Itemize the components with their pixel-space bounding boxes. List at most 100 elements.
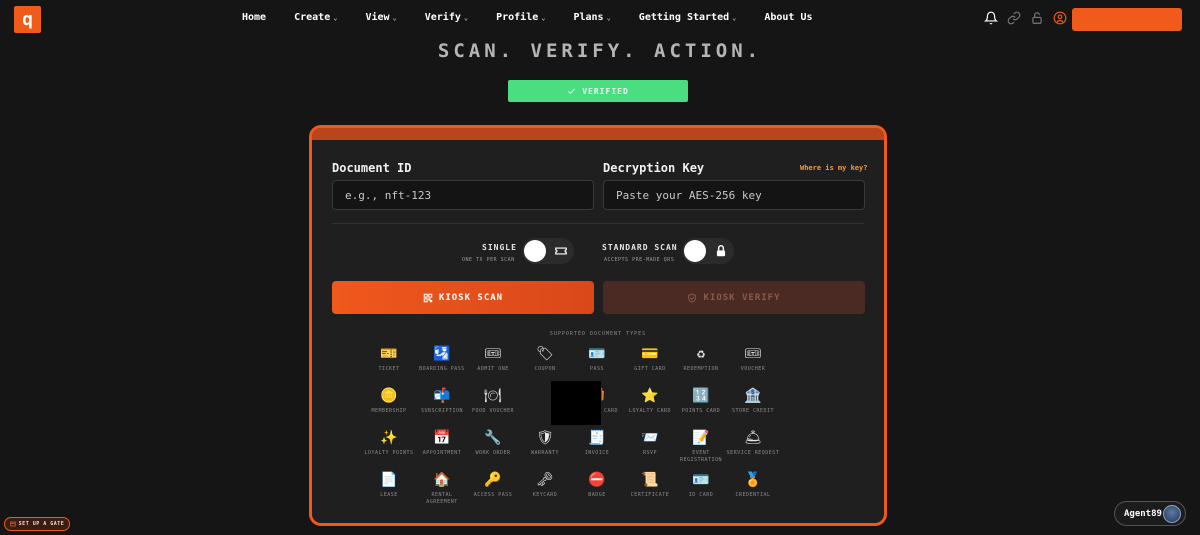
- doc-type-label: FOOD VOUCHER: [471, 408, 515, 414]
- nav-item-plans[interactable]: Plans ⌄: [573, 12, 610, 23]
- doc-type-icon: 🎟: [484, 346, 502, 362]
- link-icon[interactable]: [1006, 10, 1021, 25]
- doc-type-membership: 🪙 MEMBERSHIP: [361, 387, 417, 415]
- doc-type-label: BADGE: [588, 492, 606, 498]
- nav-item-label: About Us: [764, 12, 813, 23]
- doc-type-label: EVENT REGISTRATION: [679, 450, 723, 463]
- agent-chip[interactable]: Agent89: [1114, 501, 1186, 526]
- doc-type-icon: ✨: [380, 430, 398, 446]
- doc-type-label: CERTIFICATE: [630, 492, 670, 498]
- divider: [332, 223, 864, 224]
- verified-badge: VERIFIED: [508, 80, 688, 102]
- chevron-down-icon: ⌄: [392, 13, 397, 22]
- nav-item-home[interactable]: Home: [242, 12, 266, 23]
- doc-type-coupon: 🏷 COUPON: [517, 345, 573, 373]
- doc-type-icon: 🛎: [744, 430, 762, 446]
- nav-item-view[interactable]: View ⌄: [365, 12, 396, 23]
- doc-type-label: APPOINTMENT: [422, 450, 462, 456]
- document-id-input[interactable]: e.g., nft-123: [332, 180, 594, 210]
- doc-type-label: ID CARD: [688, 492, 714, 498]
- doc-type-icon: 📝: [692, 430, 710, 446]
- standard-scan-toggle[interactable]: [682, 238, 734, 264]
- doc-type-label: WARRANTY: [530, 450, 560, 456]
- standard-scan-toggle-sublabel: ACCEPTS PRE-MADE QRS: [604, 257, 675, 263]
- doc-type-ticket: 🎫 TICKET: [361, 345, 417, 373]
- doc-type-icon: 📅: [433, 430, 451, 446]
- doc-type-credential: 🏅 CREDENTIAL: [725, 471, 781, 499]
- nav-item-verify[interactable]: Verify ⌄: [425, 12, 468, 23]
- doc-type-label: KEYCARD: [532, 492, 558, 498]
- doc-type-keycard: 🗝 KEYCARD: [517, 471, 573, 499]
- doc-type-icon: 🧾: [588, 430, 606, 446]
- chevron-down-icon: ⌄: [463, 13, 469, 22]
- nav-item-label: Create: [294, 12, 331, 23]
- set-up-gate-button[interactable]: SET UP A GATE: [4, 517, 70, 531]
- gate-icon: [10, 521, 16, 527]
- doc-type-label: PASS: [589, 366, 605, 372]
- doc-type-lease: 📄 LEASE: [361, 471, 417, 499]
- doc-type-icon: 🏷: [536, 346, 554, 362]
- nav-item-label: Verify: [424, 12, 461, 23]
- nav-item-label: View: [365, 12, 390, 23]
- doc-type-label: WORK ORDER: [475, 450, 511, 456]
- single-toggle[interactable]: [522, 238, 574, 264]
- standard-scan-toggle-label: STANDARD SCAN: [602, 243, 678, 252]
- doc-type-label: INVOICE: [584, 450, 610, 456]
- single-toggle-sublabel: ONE TX PER SCAN: [462, 257, 515, 263]
- kiosk-verify-label: KIOSK VERIFY: [703, 292, 781, 303]
- nav-item-getting-started[interactable]: Getting Started ⌄: [639, 12, 737, 23]
- doc-type-invoice: 🧾 INVOICE: [569, 429, 625, 457]
- doc-type-points-card: 🔢 POINTS CARD: [673, 387, 729, 415]
- decryption-key-label: Decryption Key: [603, 161, 705, 175]
- nav-item-about-us[interactable]: About Us: [764, 12, 812, 23]
- chevron-down-icon: ⌄: [606, 13, 611, 22]
- logo[interactable]: q: [14, 6, 41, 33]
- hero-tagline: SCAN. VERIFY. ACTION.: [437, 40, 763, 62]
- chevron-down-icon: ⌄: [732, 13, 737, 22]
- doc-type-icon: ⛔: [588, 472, 606, 488]
- kiosk-verify-button[interactable]: KIOSK VERIFY: [603, 281, 865, 314]
- doc-type-appointment: 📅 APPOINTMENT: [414, 429, 470, 457]
- doc-type-label: BOARDING PASS: [419, 366, 465, 372]
- check-icon: [568, 88, 576, 94]
- doc-type-id-card: 🪪 ID CARD: [673, 471, 729, 499]
- bell-icon[interactable]: [983, 10, 998, 25]
- doc-type-icon: 🪪: [588, 346, 606, 362]
- chevron-down-icon: ⌄: [541, 13, 546, 22]
- doc-type-icon: 🏅: [744, 472, 762, 488]
- doc-type-label: POINTS CARD: [681, 408, 721, 414]
- agent-name: Agent89: [1124, 508, 1162, 519]
- doc-type-label: LEASE: [380, 492, 398, 498]
- doc-type-label: ACCESS PASS: [473, 492, 513, 498]
- nav-cta-button[interactable]: [1072, 8, 1182, 31]
- unlock-icon[interactable]: [1029, 10, 1044, 25]
- doc-type-label: SUBSCRIPTION: [420, 408, 464, 414]
- nav-item-label: Plans: [573, 12, 604, 23]
- nav-item-create[interactable]: Create ⌄: [294, 12, 337, 23]
- doc-type-badge: ⛔ BADGE: [569, 471, 625, 499]
- doc-type-rental-agreement: 🏠 RENTAL AGREEMENT: [414, 471, 470, 506]
- user-circle-icon[interactable]: [1052, 10, 1067, 25]
- doc-type-icon: 📄: [380, 472, 398, 488]
- doc-type-label: CREDENTIAL: [735, 492, 771, 498]
- doc-type-label: COUPON: [534, 366, 556, 372]
- doc-type-label: MEMBERSHIP: [371, 408, 407, 414]
- decryption-key-input[interactable]: Paste your AES-256 key: [603, 180, 865, 210]
- top-nav: q Home Create ⌄ View ⌄ Verify ⌄ Profile ⌄ Plans ⌄ G…: [0, 0, 1200, 38]
- doc-type-label: TICKET: [378, 366, 400, 372]
- doc-type-icon: 🎫: [380, 346, 398, 362]
- doc-type-admit-one: 🎟 ADMIT ONE: [465, 345, 521, 373]
- main-menu: Home Create ⌄ View ⌄ Verify ⌄ Profile ⌄ Plans ⌄ Get…: [242, 12, 841, 23]
- doc-type-label: ADMIT ONE: [477, 366, 509, 372]
- toggle-knob: [524, 240, 546, 262]
- where-is-my-key-link[interactable]: Where is my key?: [800, 164, 867, 172]
- doc-type-label: RSVP: [642, 450, 658, 456]
- doc-type-icon: ⭐: [641, 388, 659, 404]
- kiosk-scan-button[interactable]: KIOSK SCAN: [332, 281, 594, 314]
- nav-item-profile[interactable]: Profile ⌄: [496, 12, 545, 23]
- doc-type-store-credit: 🏦 STORE CREDIT: [725, 387, 781, 415]
- redacted-block: [551, 381, 601, 425]
- doc-type-subscription: 📬 SUBSCRIPTION: [414, 387, 470, 415]
- doc-type-icon: 🛂: [433, 346, 451, 362]
- doc-type-event-registration: 📝 EVENT REGISTRATION: [673, 429, 729, 464]
